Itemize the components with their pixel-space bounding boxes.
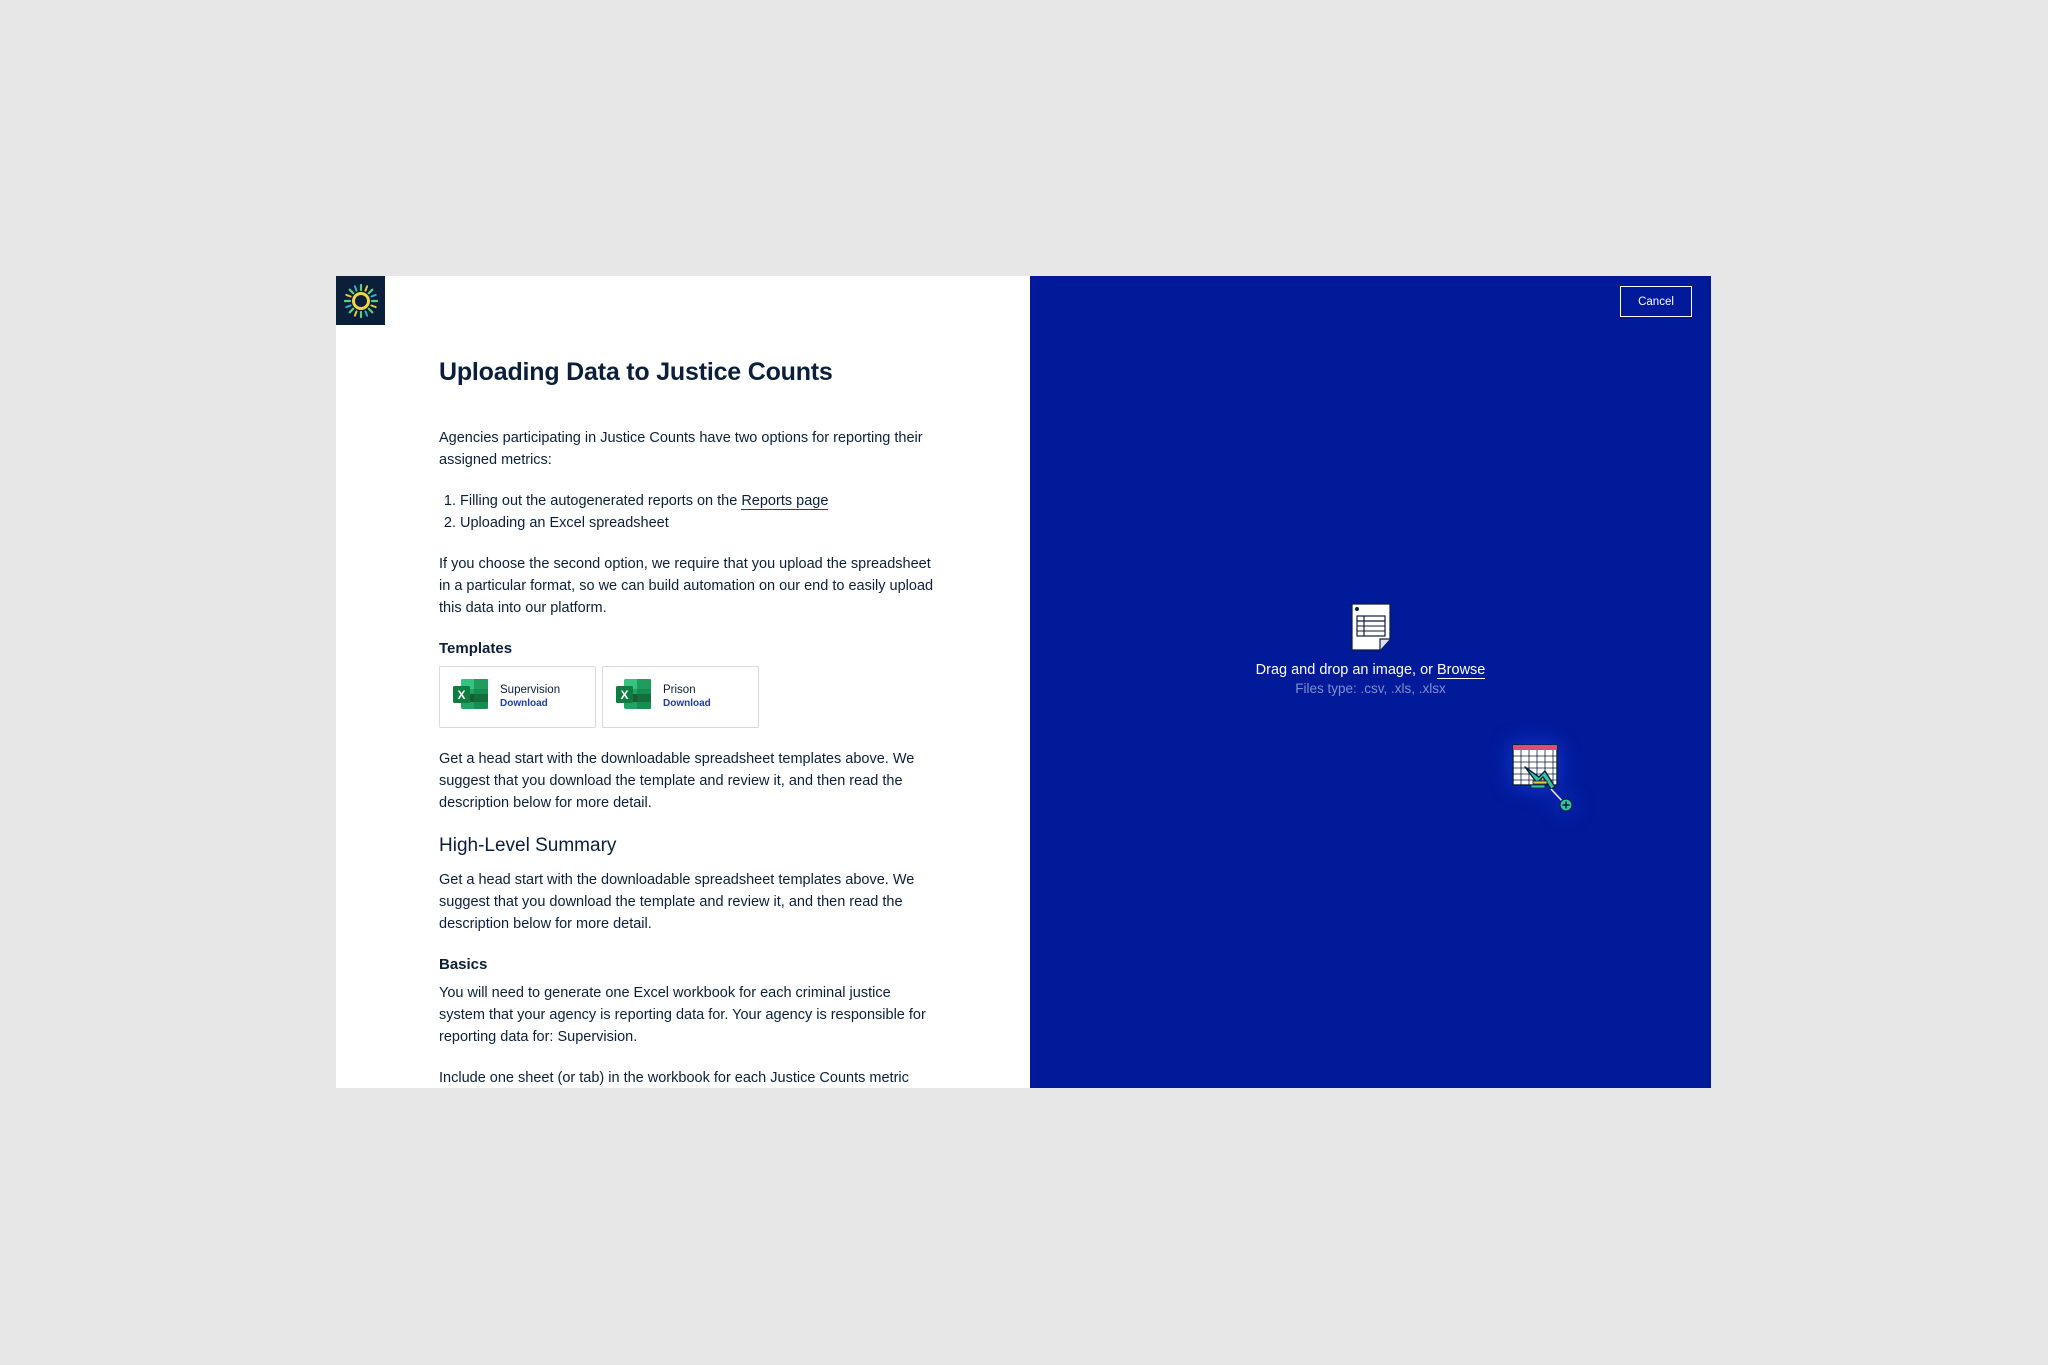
template-name: Prison: [663, 684, 696, 696]
upload-modal: Uploading Data to Justice Counts Agencie…: [336, 276, 1711, 1088]
logo-icon: [343, 283, 378, 318]
format-note-text: If you choose the second option, we requ…: [439, 556, 934, 616]
drop-instructions: Drag and drop an image, or Browse: [1030, 660, 1711, 680]
svg-text:X: X: [457, 688, 465, 702]
instructions-panel[interactable]: Uploading Data to Justice Counts Agencie…: [336, 276, 1030, 1088]
template-name: Supervision: [500, 684, 561, 696]
dropzone-prompt: Drag and drop an image, or Browse Files …: [1030, 603, 1711, 698]
template-card-supervision[interactable]: X Supervision Download: [439, 666, 596, 728]
file-types-hint: Files type: .csv, .xls, .xlsx: [1295, 681, 1446, 696]
option-upload-spreadsheet: Uploading an Excel spreadsheet: [460, 512, 939, 534]
cancel-button[interactable]: Cancel: [1620, 286, 1692, 317]
templates-list: X Supervision Download X Prison Download: [439, 666, 939, 728]
excel-icon: X: [615, 678, 652, 717]
option-1-text: Filling out the autogenerated reports on…: [460, 493, 742, 509]
excel-icon: X: [452, 678, 489, 717]
basics-text: You will need to generate one Excel work…: [439, 985, 926, 1045]
drop-instructions-text: Drag and drop an image, or: [1255, 662, 1437, 678]
reporting-options-list: Filling out the autogenerated reports on…: [439, 490, 939, 534]
intro-text: Agencies participating in Justice Counts…: [439, 430, 923, 468]
option-reports-page: Filling out the autogenerated reports on…: [460, 490, 939, 512]
headstart-text: Get a head start with the downloadable s…: [439, 751, 915, 811]
basics-text-continued: Include one sheet (or tab) in the workbo…: [439, 1070, 909, 1086]
template-card-prison[interactable]: X Prison Download: [602, 666, 759, 728]
upload-dropzone[interactable]: Cancel Drag and drop an image, or Browse…: [1030, 276, 1711, 1088]
instructions-content: Uploading Data to Justice Counts Agencie…: [439, 356, 939, 1088]
template-download-link[interactable]: Download: [500, 697, 560, 711]
basics-heading: Basics: [439, 956, 488, 973]
svg-text:X: X: [620, 688, 628, 702]
page-title: Uploading Data to Justice Counts: [439, 358, 833, 386]
reports-page-link[interactable]: Reports page: [741, 493, 829, 510]
summary-text: Get a head start with the downloadable s…: [439, 872, 915, 932]
template-download-link[interactable]: Download: [663, 697, 711, 711]
summary-heading: High-Level Summary: [439, 835, 617, 856]
drag-file-cursor-icon: [1511, 743, 1575, 820]
templates-heading: Templates: [439, 640, 513, 657]
justice-counts-logo[interactable]: [336, 276, 385, 325]
spreadsheet-document-icon: [1350, 603, 1392, 656]
browse-link[interactable]: Browse: [1437, 662, 1486, 679]
